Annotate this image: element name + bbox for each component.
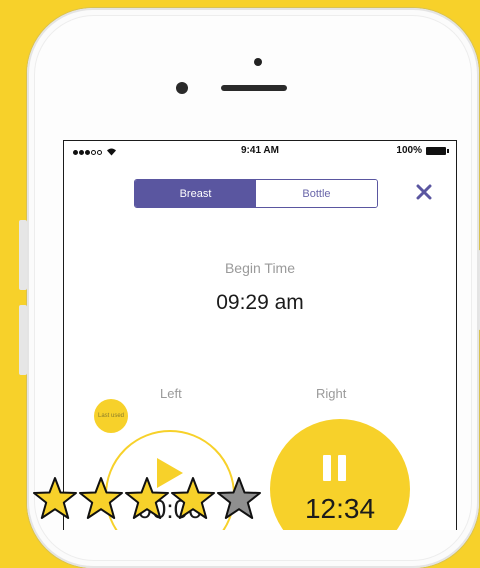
star-filled-icon: [79, 477, 123, 519]
left-side-label: Left: [160, 386, 182, 401]
side-button-left: [19, 220, 27, 290]
right-timer-value: 12:34: [304, 493, 376, 524]
feeding-type-segmented-control: Breast Bottle: [134, 179, 378, 208]
star-empty-icon: [217, 477, 261, 519]
close-icon: [416, 184, 432, 200]
app-screen: 9:41 AM 100% Breast Bottle Begin Time 09…: [63, 140, 457, 530]
earpiece-speaker: [221, 85, 287, 91]
tab-breast[interactable]: Breast: [135, 180, 256, 207]
right-timer-button[interactable]: 12:34: [270, 419, 410, 530]
right-side-label: Right: [316, 386, 347, 401]
last-used-badge: Last used: [94, 399, 128, 433]
tab-bottle[interactable]: Bottle: [256, 180, 377, 207]
battery-icon: [426, 146, 449, 155]
battery-percent: 100%: [396, 145, 422, 156]
close-button[interactable]: [411, 179, 437, 205]
front-sensor: [254, 58, 262, 66]
star-filled-icon: [171, 477, 215, 519]
pause-icon: [323, 455, 347, 481]
side-button-left-2: [19, 305, 27, 375]
star-filled-icon: [33, 477, 77, 519]
status-bar: 9:41 AM 100%: [64, 141, 456, 161]
battery-indicator: 100%: [396, 145, 449, 156]
front-camera: [176, 82, 188, 94]
star-filled-icon: [125, 477, 169, 519]
star-rating: [32, 476, 262, 522]
begin-time-value[interactable]: 09:29 am: [64, 291, 456, 315]
begin-time-label: Begin Time: [224, 260, 296, 276]
